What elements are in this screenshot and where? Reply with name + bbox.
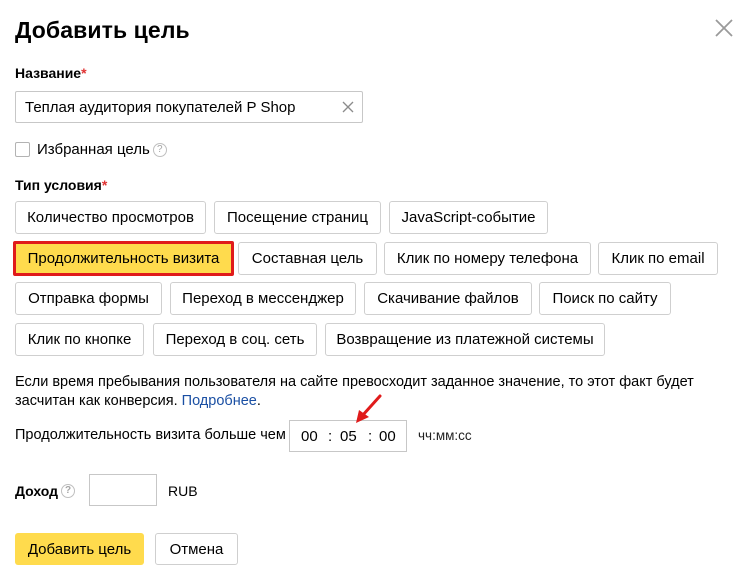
required-mark: *	[101, 177, 108, 193]
duration-label: Продолжительность визита больше чем	[15, 427, 286, 443]
condition-type-label-text: Тип условия	[15, 177, 102, 193]
time-separator: :	[328, 428, 333, 445]
duration-time-input[interactable]: 00 : 05 : 00	[289, 420, 407, 452]
condition-option-file-download[interactable]: Скачивание файлов	[364, 282, 532, 315]
hours-field[interactable]: 00	[301, 428, 318, 445]
condition-option-messenger[interactable]: Переход в мессенджер	[170, 282, 356, 315]
condition-option-form-submit[interactable]: Отправка формы	[15, 282, 162, 315]
income-label-text: Доход	[15, 483, 59, 499]
currency-label: RUB	[168, 483, 198, 499]
condition-option-page-views[interactable]: Количество просмотров	[15, 201, 206, 234]
condition-option-social-network[interactable]: Переход в соц. сеть	[153, 323, 317, 356]
close-icon[interactable]	[713, 17, 735, 39]
required-mark: *	[81, 65, 87, 81]
condition-option-visit-duration[interactable]: Продолжительность визита	[13, 241, 234, 276]
condition-option-phone-click[interactable]: Клик по номеру телефона	[384, 242, 591, 275]
income-label: Доход ?	[15, 483, 76, 499]
condition-option-button-click[interactable]: Клик по кнопке	[15, 323, 144, 356]
minutes-field[interactable]: 05	[340, 428, 357, 445]
cancel-button[interactable]: Отмена	[155, 533, 238, 565]
goal-name-input[interactable]: Теплая аудитория покупателей P Shop	[15, 91, 363, 123]
clear-icon[interactable]	[334, 92, 362, 122]
name-label: Название*	[15, 65, 87, 81]
time-separator: :	[368, 428, 373, 445]
name-label-text: Название	[15, 65, 82, 81]
condition-type-label: Тип условия*	[15, 177, 107, 193]
favorite-goal-row[interactable]: Избранная цель ?	[15, 141, 167, 158]
seconds-field[interactable]: 00	[379, 428, 396, 445]
condition-option-page-visits[interactable]: Посещение страниц	[214, 201, 381, 234]
more-info-link[interactable]: Подробнее	[182, 393, 257, 409]
help-icon[interactable]: ?	[152, 142, 167, 157]
goal-name-value[interactable]: Теплая аудитория покупателей P Shop	[16, 99, 334, 116]
condition-option-js-event[interactable]: JavaScript-событие	[389, 201, 548, 234]
condition-option-composite-goal[interactable]: Составная цель	[238, 242, 377, 275]
favorite-label[interactable]: Избранная цель	[37, 141, 150, 158]
time-format-hint: чч:мм:сс	[418, 428, 472, 443]
favorite-checkbox[interactable]	[15, 142, 30, 157]
condition-option-email-click[interactable]: Клик по email	[598, 242, 718, 275]
page-title: Добавить цель	[15, 17, 190, 43]
help-icon[interactable]: ?	[61, 484, 76, 498]
condition-option-payment-return[interactable]: Возвращение из платежной системы	[325, 323, 605, 356]
condition-option-site-search[interactable]: Поиск по сайту	[539, 282, 671, 315]
description-end: .	[256, 393, 261, 409]
income-input[interactable]	[89, 474, 157, 506]
add-goal-button[interactable]: Добавить цель	[15, 533, 144, 565]
red-arrow-annotation	[356, 394, 382, 423]
